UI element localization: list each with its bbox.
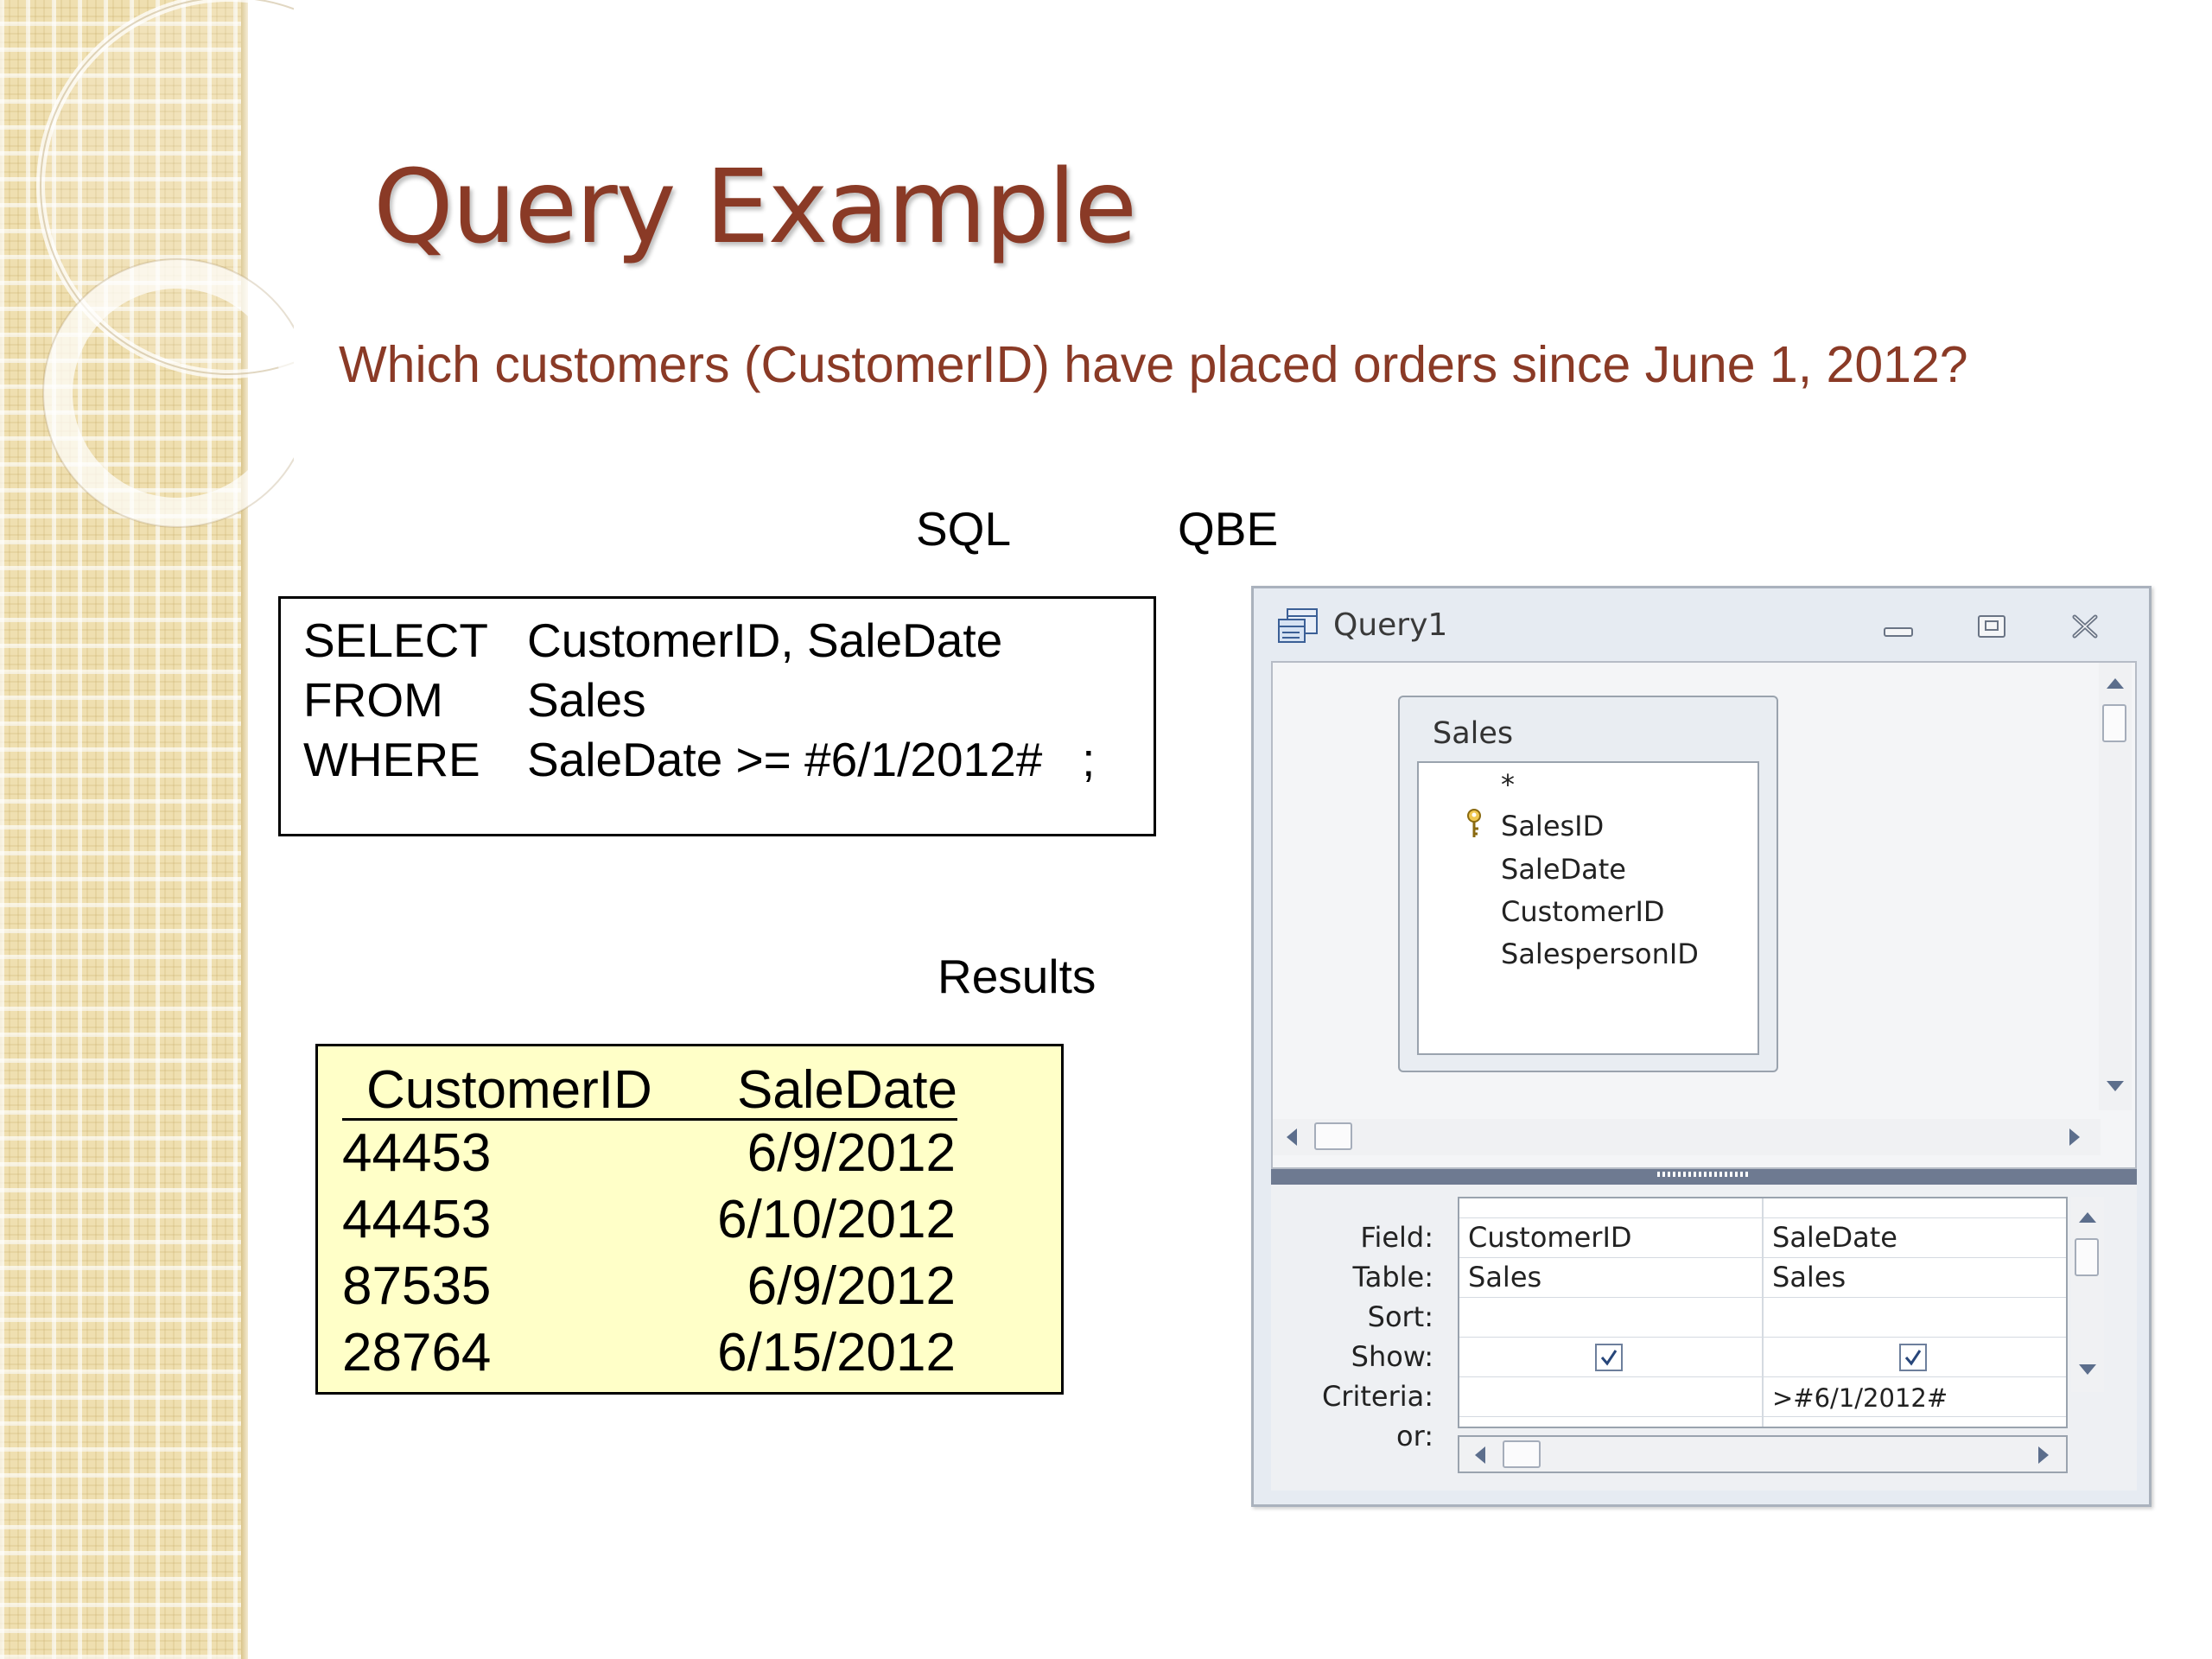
pane-splitter[interactable] <box>1271 1169 2137 1185</box>
show-checkbox[interactable] <box>1595 1344 1623 1371</box>
results-cell: 6/9/2012 <box>747 1256 956 1316</box>
primary-key-icon <box>1467 809 1481 837</box>
sql-keyword: FROM <box>303 673 443 727</box>
show-checkbox[interactable] <box>1899 1344 1927 1371</box>
results-header-row: CustomerID SaleDate <box>342 1059 957 1121</box>
window-title: Query1 <box>1333 607 1448 643</box>
grid-table-cell[interactable]: Sales <box>1468 1261 1541 1294</box>
grid-vertical-scrollbar[interactable] <box>2071 1197 2104 1392</box>
results-header-customerid: CustomerID <box>366 1060 652 1120</box>
row-label-or: or: <box>1396 1420 1433 1452</box>
grid-field-cell[interactable]: CustomerID <box>1468 1221 1632 1254</box>
sql-statement-box: SELECT CustomerID, SaleDate FROM Sales W… <box>278 596 1156 836</box>
results-cell: 87535 <box>342 1256 492 1316</box>
scroll-up-arrow-icon[interactable] <box>2071 1200 2104 1233</box>
table-pane-vertical-scrollbar[interactable] <box>2099 663 2132 1110</box>
scroll-left-arrow-icon[interactable] <box>1274 1121 1307 1154</box>
field-item-customerid[interactable]: CustomerID <box>1501 895 1665 928</box>
row-label-criteria: Criteria: <box>1321 1380 1433 1413</box>
scroll-right-arrow-icon[interactable] <box>2026 1439 2059 1471</box>
query-design-window: Query1 Sales * SalesID SaleDate Customer… <box>1251 586 2152 1507</box>
sql-keyword: WHERE <box>303 733 480 786</box>
checkmark-icon <box>1600 1350 1618 1366</box>
table-name: Sales <box>1433 716 1514 751</box>
restore-button[interactable] <box>1974 609 2009 644</box>
table-pane-horizontal-scrollbar[interactable] <box>1273 1119 2101 1155</box>
row-label-table: Table: <box>1352 1261 1433 1294</box>
field-item-saledate[interactable]: SaleDate <box>1501 853 1626 886</box>
results-cell: 44453 <box>342 1190 492 1249</box>
grid-field-cell[interactable]: SaleDate <box>1772 1221 1897 1254</box>
table-pane: Sales * SalesID SaleDate CustomerID Sale… <box>1271 661 2137 1169</box>
splitter-grip <box>1657 1172 1751 1177</box>
slide-question: Which customers (CustomerID) have placed… <box>339 336 1968 393</box>
sql-clause: CustomerID, SaleDate <box>527 613 1003 667</box>
sql-clause: Sales <box>527 673 646 727</box>
grid-criteria-cell[interactable]: >#6/1/2012# <box>1772 1383 1948 1413</box>
design-grid-pane: Field: Table: Sort: Show: Criteria: or: … <box>1271 1185 2137 1491</box>
field-item-salesid[interactable]: SalesID <box>1501 810 1604 842</box>
grid-table-cell[interactable]: Sales <box>1772 1261 1846 1294</box>
query-design-icon <box>1278 608 1318 643</box>
results-cell: 44453 <box>342 1123 492 1183</box>
scroll-thumb[interactable] <box>2075 1238 2099 1276</box>
sql-keyword: SELECT <box>303 613 488 667</box>
qbe-label: QBE <box>1178 502 1279 556</box>
scroll-left-arrow-icon[interactable] <box>1463 1439 1496 1471</box>
scroll-thumb[interactable] <box>1503 1440 1541 1468</box>
results-header-saledate: SaleDate <box>736 1060 957 1120</box>
slide-title: Query Example <box>373 147 1137 266</box>
scroll-thumb[interactable] <box>2102 704 2126 742</box>
scroll-thumb[interactable] <box>1314 1122 1352 1150</box>
field-item-salespersonid[interactable]: SalespersonID <box>1501 938 1699 970</box>
row-label-show: Show: <box>1351 1340 1433 1373</box>
field-item-all[interactable]: * <box>1501 768 1515 801</box>
scroll-up-arrow-icon[interactable] <box>2099 666 2132 699</box>
results-cell: 28764 <box>342 1323 492 1382</box>
row-label-sort: Sort: <box>1367 1300 1433 1333</box>
sql-label: SQL <box>916 502 1012 556</box>
field-list: * SalesID SaleDate CustomerID Salesperso… <box>1417 761 1759 1055</box>
results-table: CustomerID SaleDate 44453 6/9/2012 44453… <box>315 1044 1064 1395</box>
design-grid: CustomerID Sales SaleDate Sales >#6/1/20… <box>1458 1197 2068 1428</box>
row-label-field: Field: <box>1360 1221 1433 1254</box>
results-cell: 6/10/2012 <box>717 1190 956 1249</box>
sql-clause: SaleDate >= #6/1/2012# ; <box>527 733 1096 786</box>
results-cell: 6/9/2012 <box>747 1123 956 1183</box>
minimize-button[interactable] <box>1881 609 1916 644</box>
close-button[interactable] <box>2068 609 2102 644</box>
results-cell: 6/15/2012 <box>717 1323 956 1382</box>
results-label: Results <box>938 950 1096 1003</box>
scroll-right-arrow-icon[interactable] <box>2057 1121 2090 1154</box>
scroll-down-arrow-icon[interactable] <box>2071 1352 2104 1385</box>
scroll-down-arrow-icon[interactable] <box>2099 1069 2132 1102</box>
checkmark-icon <box>1904 1350 1922 1366</box>
sales-table-box[interactable]: Sales * SalesID SaleDate CustomerID Sale… <box>1398 696 1778 1072</box>
grid-horizontal-scrollbar[interactable] <box>1458 1435 2068 1473</box>
decorative-circles <box>36 0 294 528</box>
